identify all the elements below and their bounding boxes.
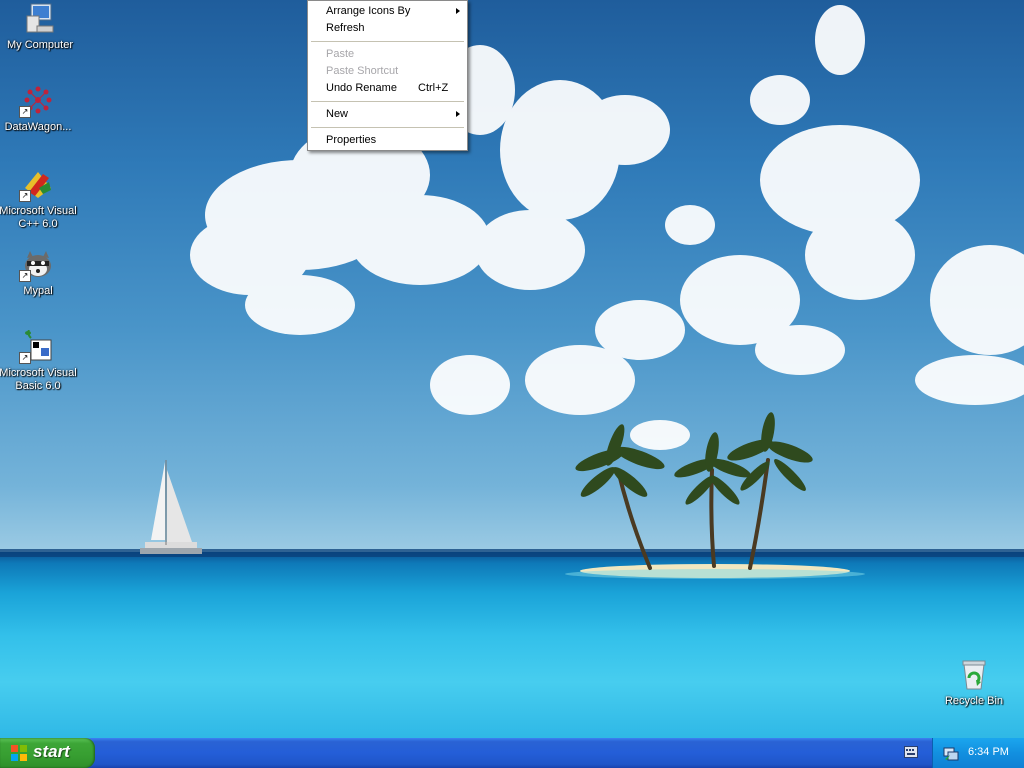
datawagon-icon: ↗ <box>19 84 55 118</box>
menu-separator <box>311 41 464 42</box>
desktop-icon-datawagon[interactable]: ↗ DataWagon... <box>0 84 78 134</box>
visual-basic-icon: ↗ <box>19 329 55 364</box>
mypal-icon: ↗ <box>19 248 55 282</box>
desktop-icon-my-computer[interactable]: My Computer <box>0 2 80 52</box>
menu-separator <box>311 101 464 102</box>
desktop[interactable]: My Computer ↗ DataWagon... ↗ Microsoft V… <box>0 0 1024 738</box>
menu-item-properties[interactable]: Properties <box>310 132 465 149</box>
menu-item-paste[interactable]: Paste <box>310 46 465 63</box>
start-button[interactable]: start <box>0 738 95 768</box>
start-label: start <box>33 742 70 761</box>
menu-item-arrange-icons-by[interactable]: Arrange Icons By <box>310 3 465 20</box>
shortcut-arrow-icon: ↗ <box>19 190 31 202</box>
windows-flag-icon <box>10 744 28 762</box>
taskbar: start 6:34 PM <box>0 738 1024 768</box>
clock[interactable]: 6:34 PM <box>968 746 1009 758</box>
desktop-context-menu: Arrange Icons By Refresh Paste Paste Sho… <box>307 0 468 151</box>
submenu-arrow-icon <box>456 111 460 117</box>
desktop-icon-visual-cpp[interactable]: ↗ Microsoft Visual C++ 6.0 <box>0 168 78 231</box>
menu-item-new[interactable]: New <box>310 106 465 123</box>
shortcut-arrow-icon: ↗ <box>19 106 31 118</box>
submenu-arrow-icon <box>456 8 460 14</box>
desktop-icon-visual-basic[interactable]: ↗ Microsoft Visual Basic 6.0 <box>0 329 78 393</box>
menu-item-undo-rename[interactable]: Undo Rename Ctrl+Z <box>310 80 465 97</box>
menu-item-refresh[interactable]: Refresh <box>310 20 465 37</box>
recycle-bin-icon <box>957 658 991 692</box>
my-computer-icon <box>23 2 57 36</box>
shortcut-arrow-icon: ↗ <box>19 352 31 364</box>
desktop-icon-recycle-bin[interactable]: Recycle Bin <box>934 658 1014 708</box>
network-icon[interactable] <box>943 745 959 764</box>
wallpaper-scene <box>140 5 1024 579</box>
desktop-icon-mypal[interactable]: ↗ Mypal <box>0 248 78 298</box>
menu-shortcut-key: Ctrl+Z <box>418 82 449 94</box>
system-tray: 6:34 PM <box>932 738 1024 768</box>
menu-item-paste-shortcut[interactable]: Paste Shortcut <box>310 63 465 80</box>
visual-cpp-icon: ↗ <box>19 168 55 202</box>
shortcut-arrow-icon: ↗ <box>19 270 31 282</box>
keyboard-icon[interactable] <box>904 746 918 758</box>
menu-separator <box>311 127 464 128</box>
